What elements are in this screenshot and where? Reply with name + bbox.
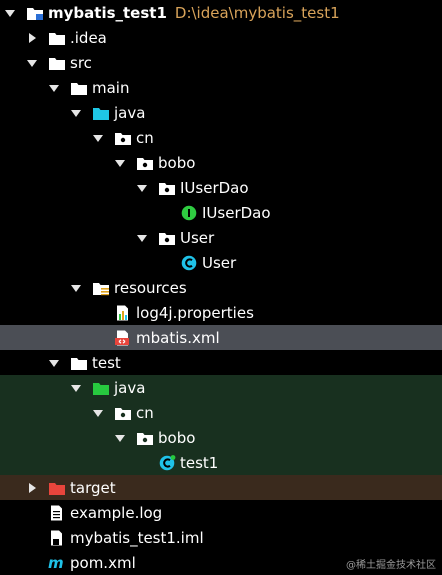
tree-label-cn-test: cn [136,403,154,422]
project-path: D:\idea\mybatis_test1 [174,3,340,22]
tree-row-mbatis-xml[interactable]: mbatis.xml [0,325,442,350]
tree-row-main[interactable]: main [0,75,442,100]
package-icon [114,405,132,421]
tree-label-iml: mybatis_test1.iml [70,528,204,547]
project-tree: mybatis_test1 D:\idea\mybatis_test1 .ide… [0,0,442,575]
tree-row-target[interactable]: target [0,475,442,500]
folder-icon [48,30,66,46]
tree-row-cn-main[interactable]: cn [0,125,442,150]
test-class-icon [158,454,176,471]
xml-file-icon [114,330,132,346]
chevron-down-icon[interactable] [70,106,82,120]
module-folder-icon [26,5,44,21]
properties-file-icon [114,305,132,321]
test-source-folder-icon [92,380,110,396]
tree-row-idea[interactable]: .idea [0,25,442,50]
package-icon [158,230,176,246]
class-icon [180,255,198,271]
tree-row-iml[interactable]: mybatis_test1.iml [0,525,442,550]
chevron-down-icon[interactable] [114,156,126,170]
tree-label-example-log: example.log [70,503,163,522]
tree-row-test[interactable]: test [0,350,442,375]
chevron-down-icon[interactable] [26,56,38,70]
tree-row-iuserdao-interface[interactable]: IUserDao [0,200,442,225]
tree-label-user-package: User [180,228,215,247]
chevron-down-icon[interactable] [70,281,82,295]
tree-row-bobo-test[interactable]: bobo [0,425,442,450]
chevron-down-icon[interactable] [92,406,104,420]
tree-label-idea: .idea [70,28,107,47]
chevron-down-icon[interactable] [48,81,60,95]
folder-icon [70,80,88,96]
tree-label-test1: test1 [180,453,219,472]
interface-icon [180,205,198,221]
chevron-down-icon[interactable] [4,6,16,20]
package-icon [158,180,176,196]
source-folder-icon [92,105,110,121]
tree-label-mbatis-xml: mbatis.xml [136,328,220,347]
folder-icon [48,55,66,71]
chevron-down-icon[interactable] [136,181,148,195]
tree-label-iuserdao-package: IUserDao [180,178,249,197]
project-name: mybatis_test1 [48,3,167,22]
tree-label-src: src [70,53,92,72]
tree-row-iuserdao-package[interactable]: IUserDao [0,175,442,200]
tree-label-java-main: java [114,103,146,122]
tree-row-project-root[interactable]: mybatis_test1 D:\idea\mybatis_test1 [0,0,442,25]
tree-label-test: test [92,353,121,372]
tree-label-pom: pom.xml [70,553,136,572]
tree-row-src[interactable]: src [0,50,442,75]
iml-file-icon [48,530,66,546]
tree-label-iuserdao-interface: IUserDao [202,203,271,222]
resources-folder-icon [92,280,110,296]
tree-row-user-package[interactable]: User [0,225,442,250]
tree-label-java-test: java [114,378,146,397]
svg-text:m: m [48,555,64,571]
tree-row-resources[interactable]: resources [0,275,442,300]
tree-row-java-test[interactable]: java [0,375,442,400]
watermark: @稀土掘金技术社区 [346,560,436,571]
tree-label-target: target [70,478,116,497]
tree-row-bobo-main[interactable]: bobo [0,150,442,175]
tree-row-test1[interactable]: test1 [0,450,442,475]
tree-label-cn-main: cn [136,128,154,147]
chevron-down-icon[interactable] [114,431,126,445]
folder-icon [70,355,88,371]
tree-row-cn-test[interactable]: cn [0,400,442,425]
tree-label-log4j: log4j.properties [136,303,254,322]
tree-label-user-class: User [202,253,237,272]
chevron-right-icon[interactable] [26,481,38,495]
tree-label-bobo-test: bobo [158,428,196,447]
tree-label-main: main [92,78,130,97]
excluded-folder-icon [48,480,66,496]
tree-label-resources: resources [114,278,187,297]
tree-row-java-main[interactable]: java [0,100,442,125]
chevron-down-icon[interactable] [136,231,148,245]
tree-label-bobo-main: bobo [158,153,196,172]
package-icon [114,130,132,146]
chevron-down-icon[interactable] [92,131,104,145]
chevron-down-icon[interactable] [70,381,82,395]
chevron-right-icon[interactable] [26,31,38,45]
package-icon [136,155,154,171]
tree-row-log4j[interactable]: log4j.properties [0,300,442,325]
text-file-icon [48,505,66,521]
tree-row-example-log[interactable]: example.log [0,500,442,525]
tree-row-user-class[interactable]: User [0,250,442,275]
maven-icon: m [48,555,66,571]
package-icon [136,430,154,446]
chevron-down-icon[interactable] [48,356,60,370]
